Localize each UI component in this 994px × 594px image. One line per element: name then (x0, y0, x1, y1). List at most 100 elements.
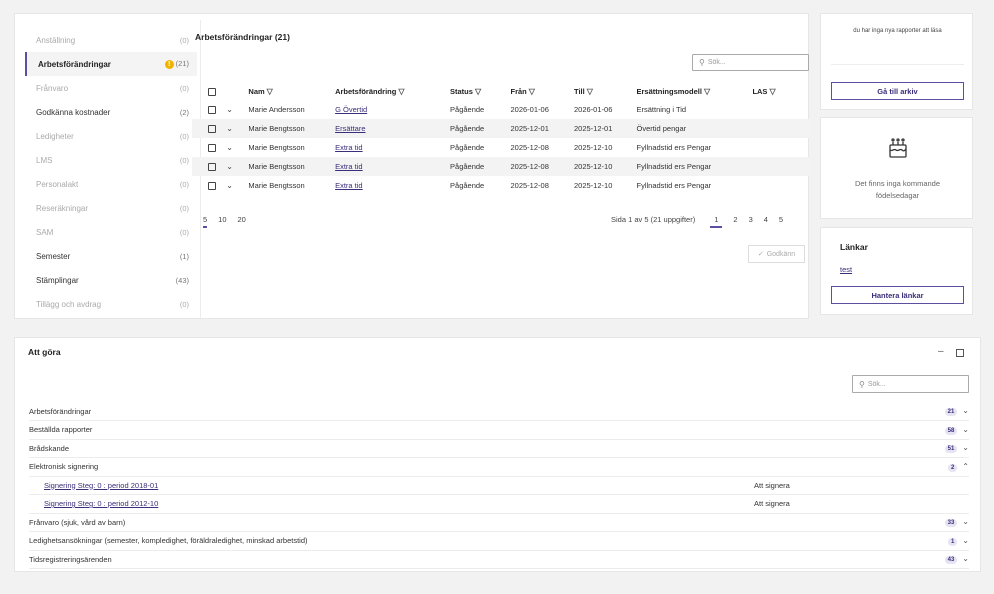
chevron-down-icon[interactable]: ⌄ (226, 181, 233, 190)
sidebar-item[interactable]: Arbetsförändringar! (21) (25, 52, 197, 76)
filter-icon[interactable]: ▽ (398, 87, 404, 96)
sidebar-item[interactable]: Anställning (0) (25, 28, 197, 52)
page-number[interactable]: 2 (733, 215, 737, 224)
todo-row[interactable]: Beställda rapporter 58 ⌄ (29, 421, 969, 440)
count-text: (0) (179, 179, 189, 189)
work-change-link[interactable]: Extra tid (335, 143, 363, 152)
chevron-down-icon[interactable]: ⌄ (962, 425, 969, 434)
page-number[interactable]: 1 (710, 215, 723, 228)
approve-button[interactable]: ✓ Godkänn (748, 245, 805, 263)
chevron-down-icon[interactable]: ⌄ (226, 105, 233, 114)
work-change-link[interactable]: Extra tid (335, 181, 363, 190)
signing-link[interactable]: Signering Steg: 0 : period 2018-01 (44, 481, 158, 490)
manage-links-button[interactable]: Hantera länkar (831, 286, 964, 304)
chevron-down-icon[interactable]: ⌄ (962, 443, 969, 452)
minimize-icon[interactable]: – (938, 346, 944, 357)
filter-icon[interactable]: ▽ (769, 87, 775, 96)
filter-icon[interactable]: ▽ (587, 87, 593, 96)
signing-link[interactable]: Signering Steg: 0 : period 2012-10 (44, 499, 158, 508)
column-header[interactable]: Status ▽ (446, 82, 506, 100)
row-select-cell (192, 138, 216, 157)
row-checkbox[interactable] (208, 106, 216, 114)
page-number[interactable]: 4 (764, 215, 768, 224)
table-cell: Marie Andersson (244, 100, 331, 119)
count-text: (1) (179, 251, 189, 261)
todo-row[interactable]: Brådskande 51 ⌄ (29, 439, 969, 458)
row-checkbox[interactable] (208, 125, 216, 133)
todo-subrow[interactable]: Signering Steg: 0 : period 2012-10 Att si… (29, 495, 969, 514)
table-row[interactable]: ⌄ Marie Bengtsson Extra tid Pågående 2025-12… (192, 157, 809, 176)
sidebar-item-label: Tillägg och avdrag (36, 299, 102, 309)
column-header[interactable]: Ersättningsmodell ▽ (633, 82, 749, 100)
page-size-option[interactable]: 10 (218, 215, 226, 224)
chevron-down-icon[interactable]: ⌄ (962, 536, 969, 545)
todo-subrow[interactable]: Signering Steg: 0 : period 2018-01 Att si… (29, 476, 969, 495)
approve-label: Godkänn (766, 250, 796, 258)
filter-icon[interactable]: ▽ (704, 87, 710, 96)
row-checkbox[interactable] (208, 144, 216, 152)
cell-text: Pågående (450, 181, 485, 190)
go-to-archive-button[interactable]: Gå till arkiv (831, 82, 964, 100)
work-change-link[interactable]: Extra tid (335, 162, 363, 171)
column-header[interactable]: Arbetsförändring ▽ (331, 82, 446, 100)
sidebar-item[interactable]: Personalakt (0) (25, 172, 197, 196)
links-title: Länkar (840, 242, 868, 252)
table-row[interactable]: ⌄ Marie Bengtsson Extra tid Pågående 2025-12… (192, 176, 809, 195)
page-size-option[interactable]: 20 (238, 215, 246, 224)
maximize-icon[interactable] (956, 349, 964, 357)
search-placeholder: Sök... (867, 380, 886, 388)
table-cell: Marie Bengtsson (244, 119, 332, 138)
filter-icon[interactable]: ▽ (475, 87, 481, 96)
table-row[interactable]: ⌄ Marie Andersson G Övertid Pågående 2026-01… (192, 100, 809, 119)
todo-row[interactable]: Frånvaro (sjuk, vård av barn) 33 ⌄ (29, 513, 969, 532)
table-row[interactable]: ⌄ Marie Bengtsson Ersättare Pågående 2025-12… (192, 119, 809, 138)
cell-text: Pågående (450, 143, 485, 152)
sidebar-item[interactable]: Reseräkningar (0) (25, 196, 197, 220)
todo-row[interactable]: Arbetsförändringar 21 ⌄ (29, 402, 969, 421)
select-all-checkbox[interactable] (208, 87, 216, 96)
column-header[interactable]: Från ▽ (507, 82, 571, 100)
table-cell: Fyllnadstid ers Pengar (633, 176, 749, 195)
row-checkbox[interactable] (208, 182, 216, 190)
column-header[interactable]: Till ▽ (570, 82, 633, 100)
column-header[interactable]: Nam ▽ (244, 82, 331, 100)
sidebar-item[interactable]: SAM (0) (25, 220, 197, 244)
chevron-down-icon[interactable]: ⌄ (962, 517, 969, 526)
column-header[interactable]: LAS ▽ (748, 82, 809, 100)
sidebar-item[interactable]: Tillägg och avdrag (0) (25, 292, 197, 316)
todo-row[interactable]: Tidsregistreringsärenden 43 ⌄ (29, 550, 969, 569)
page-number[interactable]: 5 (779, 215, 783, 224)
todo-row[interactable]: Elektronisk signering 2 ⌃ (29, 458, 969, 477)
sidebar-item[interactable]: Semester (1) (25, 244, 197, 268)
sidebar-item[interactable]: LMS (0) (25, 148, 197, 172)
work-change-link[interactable]: G Övertid (335, 105, 367, 114)
sidebar-item[interactable]: Godkänna kostnader (2) (25, 100, 197, 124)
chevron-down-icon[interactable]: ⌄ (226, 143, 233, 152)
table-cell: 2025-12-01 (506, 119, 570, 138)
page-number[interactable]: 3 (749, 215, 753, 224)
cell-text: 2026-01-06 (574, 105, 613, 114)
table-row[interactable]: ⌄ Marie Bengtsson Extra tid Pågående 2025-12… (192, 138, 809, 157)
chevron-down-icon[interactable]: ⌄ (226, 162, 233, 171)
chevron-down-icon[interactable]: ⌄ (962, 406, 969, 415)
work-change-link[interactable]: Ersättare (335, 124, 365, 133)
row-checkbox[interactable] (208, 163, 216, 171)
cell-text: 2025-12-08 (510, 143, 549, 152)
filter-icon[interactable]: ▽ (267, 87, 273, 96)
sidebar-item[interactable]: Frånvaro (0) (25, 76, 197, 100)
table-search-input[interactable]: ⚲ Sök... (692, 54, 809, 71)
table-cell: Marie Bengtsson (244, 176, 331, 195)
todo-panel: Att göra – ⚲ Sök... Arbetsförändringar 21… (14, 337, 981, 572)
filter-icon[interactable]: ▽ (529, 87, 535, 96)
chevron-down-icon[interactable]: ⌄ (962, 554, 969, 563)
todo-search-input[interactable]: ⚲ Sök... (852, 375, 969, 393)
chevron-down-icon[interactable]: ⌄ (226, 124, 233, 133)
todo-row[interactable]: Ledighetsansökningar (semester, kompledi… (29, 532, 969, 551)
link-test[interactable]: test (840, 265, 852, 274)
sidebar-item[interactable]: Stämplingar (43) (25, 268, 197, 292)
divider (831, 64, 964, 65)
chevron-up-icon[interactable]: ⌃ (962, 462, 969, 471)
page-size-option[interactable]: 5 (203, 215, 208, 228)
sidebar-item[interactable]: Ledigheter (0) (25, 124, 197, 148)
todo-row-meta: 33 ⌄ (944, 517, 969, 527)
